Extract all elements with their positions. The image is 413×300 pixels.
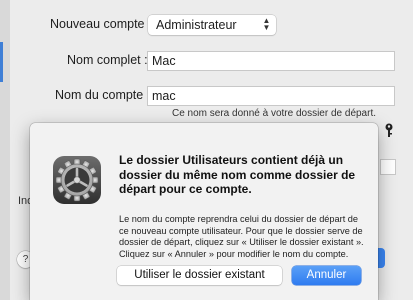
account-name-hint: Ce nom sera donné à votre dossier de dép…	[172, 108, 377, 119]
sidebar-selection-accent	[0, 42, 3, 82]
full-name-label: Nom complet :	[67, 53, 148, 67]
alert-title: Le dossier Utilisateurs contient déjà un…	[119, 153, 356, 196]
account-name-field[interactable]: mac	[147, 86, 395, 106]
alert-dialog: Le dossier Utilisateurs contient déjà un…	[30, 123, 378, 300]
use-existing-folder-button[interactable]: Utiliser le dossier existant	[117, 266, 282, 285]
gear-icon	[52, 155, 102, 205]
up-down-chevron-icon: ▲ ▼	[262, 16, 271, 32]
account-type-value: Administrateur	[156, 18, 237, 32]
key-icon[interactable]	[381, 123, 397, 139]
sidebar-edge	[0, 0, 10, 300]
alert-message: Le nom du compte reprendra celui du doss…	[119, 214, 364, 259]
full-name-field[interactable]: Mac	[147, 51, 395, 71]
account-type-label: Nouveau compte :	[50, 17, 152, 31]
cancel-button[interactable]: Annuler	[292, 266, 361, 285]
account-type-select[interactable]: Administrateur ▲ ▼	[148, 15, 276, 35]
password-hint-field-edge[interactable]	[380, 159, 396, 175]
account-name-label: Nom du compte :	[55, 88, 151, 102]
